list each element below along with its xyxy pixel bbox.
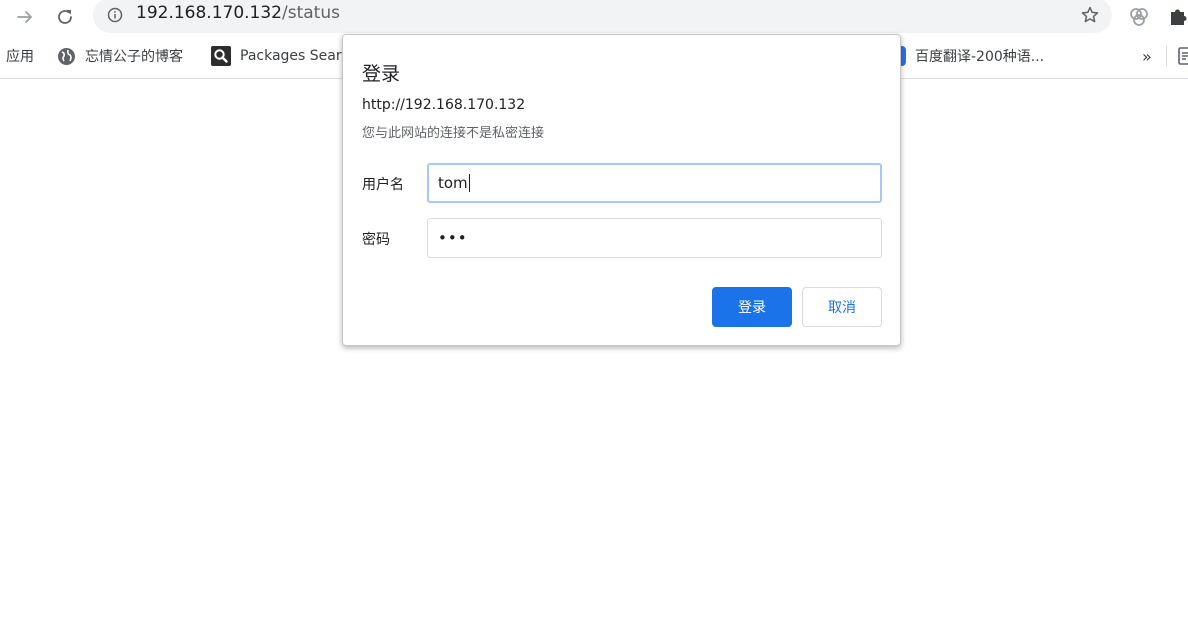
text-caret bbox=[468, 174, 470, 192]
forward-button[interactable] bbox=[11, 3, 39, 31]
password-value: ••• bbox=[438, 229, 468, 247]
reading-list-icon[interactable] bbox=[1178, 47, 1188, 65]
bookmark-item-blog[interactable]: 忘情公子的博客 bbox=[57, 46, 183, 66]
overflow-chevron-icon: » bbox=[1142, 46, 1152, 66]
bookmarks-divider bbox=[1166, 46, 1167, 66]
extension-rings-icon[interactable] bbox=[1127, 5, 1151, 29]
username-field[interactable]: tom bbox=[427, 163, 882, 203]
star-icon[interactable] bbox=[1080, 5, 1100, 25]
arrow-right-icon bbox=[17, 11, 32, 23]
reload-button[interactable] bbox=[51, 3, 79, 31]
address-bar[interactable]: 192.168.170.132/status bbox=[93, 0, 1112, 33]
puzzle-icon[interactable] bbox=[1168, 5, 1188, 27]
bookmark-label: 百度翻译-200种语... bbox=[915, 49, 1045, 65]
url-host: 192.168.170.132 bbox=[136, 3, 283, 23]
password-label: 密码 bbox=[362, 232, 390, 248]
dialog-origin: http://192.168.170.132 bbox=[362, 97, 526, 113]
bookmark-label: Packages Sear bbox=[240, 48, 342, 64]
bookmarks-overflow-button[interactable]: » bbox=[1142, 46, 1152, 66]
login-dialog: 登录 http://192.168.170.132 您与此网站的连接不是私密连接… bbox=[342, 34, 901, 346]
url-path: /status bbox=[282, 3, 340, 23]
login-button[interactable]: 登录 bbox=[712, 287, 792, 327]
bookmark-item-translate[interactable]: 百度翻译-200种语... bbox=[886, 46, 1044, 66]
browser-toolbar: 192.168.170.132/status bbox=[0, 0, 1188, 34]
url-text: 192.168.170.132/status bbox=[136, 3, 340, 23]
reload-icon bbox=[58, 9, 72, 24]
search-icon bbox=[211, 46, 231, 66]
username-label: 用户名 bbox=[362, 177, 404, 193]
connection-warning: 您与此网站的连接不是私密连接 bbox=[362, 126, 545, 141]
dialog-title: 登录 bbox=[362, 63, 401, 85]
bookmark-apps-label: 应用 bbox=[6, 49, 34, 65]
bookmark-item-packages[interactable]: Packages Sear bbox=[211, 46, 342, 66]
cancel-button[interactable]: 取消 bbox=[802, 287, 882, 327]
password-field[interactable]: ••• bbox=[427, 218, 882, 258]
bookmark-label: 忘情公子的博客 bbox=[85, 49, 183, 65]
info-icon[interactable] bbox=[107, 7, 123, 23]
bookmark-apps[interactable]: 应用 bbox=[6, 46, 34, 66]
globe-icon bbox=[57, 47, 76, 66]
username-value: tom bbox=[438, 174, 468, 192]
